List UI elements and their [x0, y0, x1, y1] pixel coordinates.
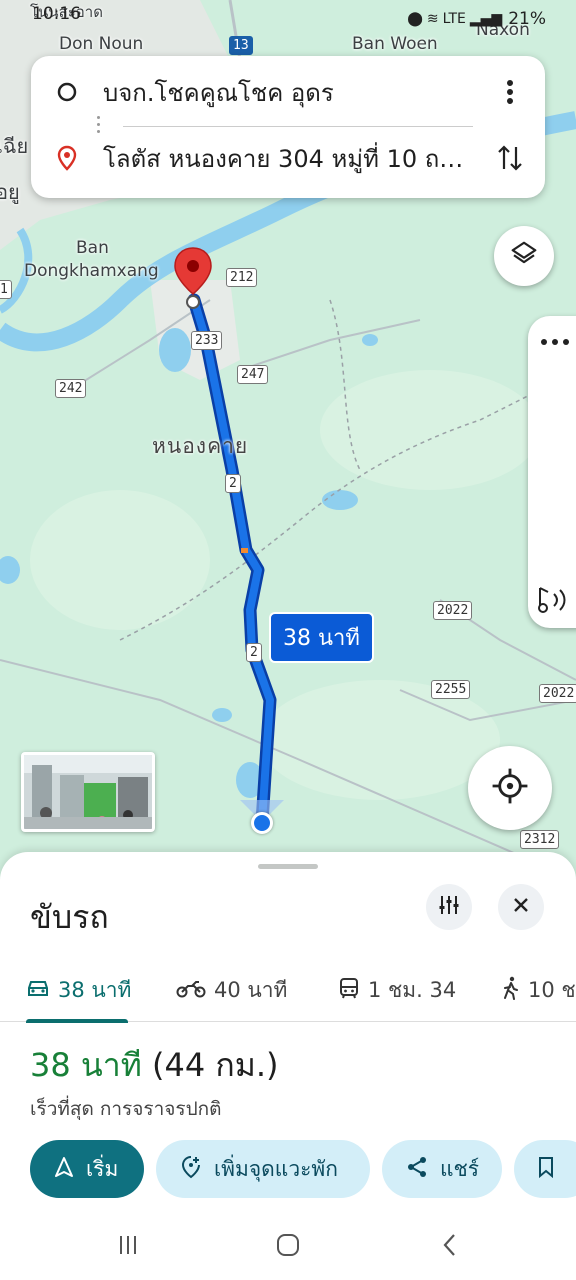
road-shield: 2: [246, 643, 262, 662]
tab-walk[interactable]: 10 ช: [502, 958, 576, 1022]
transit-icon: [338, 977, 360, 1004]
car-icon: [26, 978, 50, 1003]
place-label: Dongkhamxang: [24, 261, 159, 281]
travel-mode-tabs: 38 นาที 40 นาที 1 ชม. 34 10 ช: [0, 958, 576, 1023]
more-horizontal-icon[interactable]: [540, 332, 570, 351]
route-duration-label[interactable]: 38 นาที: [269, 612, 374, 663]
road-shield: 2022: [539, 684, 576, 703]
road-shield: 2312: [520, 830, 560, 849]
place-label: Don Noun: [59, 34, 144, 54]
location-pin-icon: [31, 145, 103, 171]
crosshair-icon: [491, 767, 529, 809]
road-shield: 1: [0, 280, 12, 299]
map-view[interactable]: โนนสะอาด Don Noun Ban Woen Naxon เฉีย อย…: [0, 0, 576, 880]
side-panel[interactable]: [528, 316, 576, 628]
tab-drive[interactable]: 38 นาที: [26, 958, 132, 1023]
bookmark-icon: [538, 1156, 554, 1183]
add-stop-button[interactable]: เพิ่มจุดแวะพัก: [156, 1140, 370, 1198]
road-shield: 233: [191, 331, 223, 350]
status-icons: ⬤ ≋ LTE ▂▄▆ 21%: [407, 4, 546, 34]
status-time: 10:16: [32, 4, 81, 24]
circle-outline-icon: [31, 81, 103, 103]
recent-apps-icon[interactable]: [108, 1230, 148, 1260]
tab-label: 40 นาที: [214, 977, 288, 1002]
start-label: เริ่ม: [86, 1156, 119, 1181]
route-distance: (44 กม.): [152, 1046, 279, 1084]
destination-row[interactable]: โลตัส หนองคาย 304 หมู่ที่ 10 ถ....: [31, 128, 545, 188]
close-button[interactable]: [498, 884, 544, 930]
place-label: Ban: [76, 238, 109, 258]
directions-sheet: ขับรถ 38 นาที 40 นาที 1 ชม. 34 10 ช 38 น…: [0, 852, 576, 1280]
motorcycle-icon: [176, 978, 206, 1003]
road-shield: 242: [55, 379, 87, 398]
sheet-drag-handle[interactable]: [258, 864, 318, 869]
swap-vertical-icon[interactable]: [475, 143, 545, 173]
location-status-icon: ⬤: [407, 11, 423, 27]
layers-icon: [509, 239, 539, 273]
place-label: อยู: [0, 180, 20, 204]
place-label: เฉีย: [0, 134, 29, 158]
road-shield: 247: [237, 365, 269, 384]
tab-label: 1 ชม. 34: [368, 977, 457, 1002]
route-options-button[interactable]: [426, 884, 472, 930]
tune-icon: [437, 893, 461, 921]
navigation-arrow-icon: [54, 1156, 74, 1183]
place-label: Ban Woen: [352, 34, 438, 54]
share-icon: [406, 1156, 428, 1183]
origin-dot: [251, 812, 273, 834]
more-vertical-icon[interactable]: [475, 79, 545, 105]
origin-input[interactable]: บจก.โชคคูณโชค อุดร: [103, 73, 475, 112]
share-button[interactable]: แชร์: [382, 1140, 502, 1198]
wifi-icon: ≋: [426, 11, 439, 27]
divider: [123, 126, 473, 127]
signal-icon: ▂▄▆: [469, 11, 503, 27]
network-type: LTE: [442, 11, 466, 27]
road-shield: 2255: [431, 680, 471, 699]
tab-label: 38 นาที: [58, 977, 132, 1002]
tab-transit[interactable]: 1 ชม. 34: [338, 958, 456, 1022]
save-button[interactable]: [514, 1140, 576, 1198]
system-nav-bar: [0, 1218, 576, 1280]
sound-icon[interactable]: [534, 584, 572, 620]
destination-input[interactable]: โลตัส หนองคาย 304 หมู่ที่ 10 ถ....: [103, 139, 475, 178]
add-location-icon: [180, 1155, 202, 1184]
walk-icon: [502, 976, 520, 1005]
layers-button[interactable]: [494, 226, 554, 286]
action-chips: เริ่ม เพิ่มจุดแวะพัก แชร์: [30, 1140, 576, 1198]
share-label: แชร์: [440, 1156, 480, 1181]
home-icon[interactable]: [268, 1230, 308, 1260]
start-button[interactable]: เริ่ม: [30, 1140, 144, 1198]
route-summary: 38 นาที (44 กม.): [30, 1040, 279, 1091]
tab-label: 10 ช: [528, 977, 576, 1002]
sheet-title: ขับรถ: [30, 898, 109, 936]
route-time: 38 นาที: [30, 1046, 142, 1084]
province-label: หนองคาย: [152, 434, 249, 458]
street-view-thumbnail[interactable]: [21, 752, 155, 832]
active-tab-indicator: [26, 1019, 128, 1023]
road-shield: 2: [225, 474, 241, 493]
route-subtitle: เร็วที่สุด การจราจรปกติ: [30, 1098, 222, 1120]
my-location-button[interactable]: [468, 746, 552, 830]
tab-motorcycle[interactable]: 40 นาที: [176, 958, 287, 1022]
road-shield: 212: [226, 268, 258, 287]
battery-percent: 21%: [508, 9, 546, 29]
road-shield: 13: [229, 36, 253, 55]
close-icon: [511, 895, 531, 919]
add-stop-label: เพิ่มจุดแวะพัก: [214, 1156, 338, 1181]
road-shield: 2022: [433, 601, 473, 620]
back-icon[interactable]: [430, 1230, 470, 1260]
origin-row[interactable]: บจก.โชคคูณโชค อุดร: [31, 62, 545, 122]
destination-pin-icon[interactable]: [172, 246, 214, 310]
route-card: บจก.โชคคูณโชค อุดร โลตัส หนองคาย 304 หมู…: [31, 56, 545, 198]
